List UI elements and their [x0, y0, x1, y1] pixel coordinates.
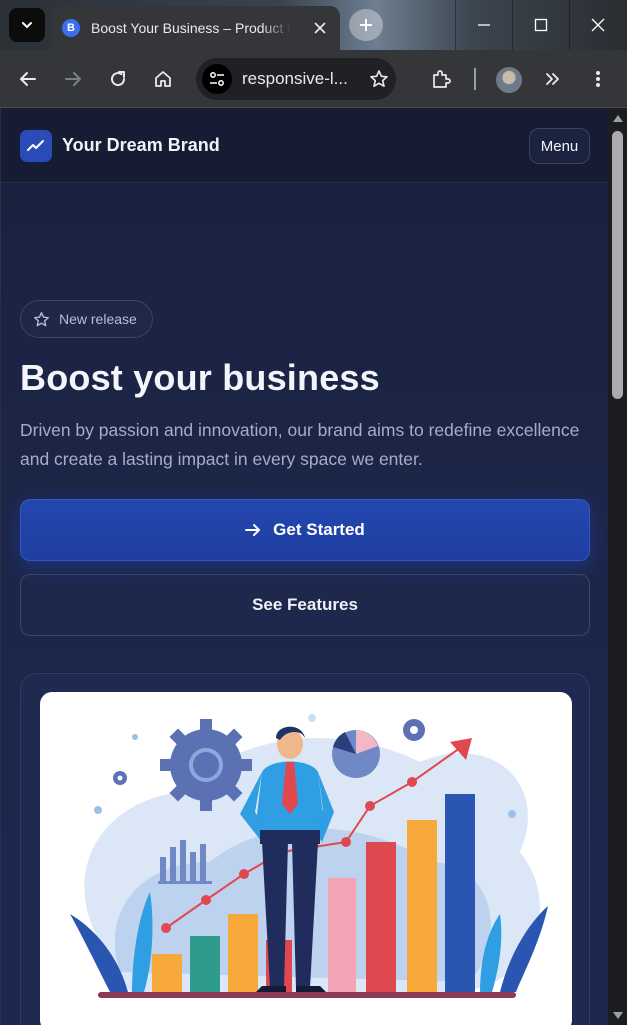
reload-button[interactable] — [101, 62, 135, 96]
site-info-button[interactable] — [202, 64, 232, 94]
kebab-menu-icon — [596, 71, 600, 87]
toolbar-divider — [474, 68, 476, 90]
back-icon — [20, 72, 36, 86]
maximize-button[interactable] — [512, 0, 569, 50]
forward-button[interactable] — [56, 62, 90, 96]
minimize-icon — [477, 24, 490, 26]
business-growth-illustration — [40, 692, 572, 1025]
bookmark-button[interactable] — [362, 62, 396, 96]
scroll-down-arrow-icon[interactable] — [613, 1012, 623, 1019]
tab-strip: B Boost Your Business – Product Launch — [0, 0, 627, 50]
close-window-icon — [591, 18, 604, 32]
avatar[interactable] — [496, 67, 522, 93]
home-button[interactable] — [146, 62, 180, 96]
illustration-svg — [70, 714, 548, 998]
get-started-button[interactable]: Get Started — [20, 499, 590, 561]
see-features-label: See Features — [252, 595, 358, 614]
close-icon — [314, 22, 326, 34]
site-navbar: Your Dream Brand Menu — [1, 109, 608, 183]
close-window-button[interactable] — [569, 0, 626, 50]
url-text: responsive-l... — [242, 69, 348, 88]
maximize-icon — [534, 18, 547, 32]
star-icon — [34, 311, 49, 326]
get-started-label: Get Started — [273, 520, 365, 539]
star-icon — [370, 70, 388, 87]
arrow-right-icon — [245, 524, 261, 536]
tab-favicon: B — [62, 19, 80, 37]
tab-close-button[interactable] — [310, 18, 330, 38]
browser-tab[interactable]: B Boost Your Business – Product Launch — [52, 6, 340, 50]
reload-icon — [111, 71, 126, 87]
hero-image-card — [20, 673, 590, 1025]
new-tab-button[interactable] — [349, 9, 383, 41]
scroll-thumb[interactable] — [612, 131, 623, 399]
page-scrollbar[interactable] — [608, 109, 627, 1025]
back-button[interactable] — [11, 62, 45, 96]
site-info-icon — [210, 72, 224, 86]
new-release-badge[interactable]: New release — [20, 300, 153, 338]
extensions-button[interactable] — [424, 62, 458, 96]
chevron-down-icon — [22, 22, 32, 29]
tab-search-button[interactable] — [9, 8, 45, 42]
hero-subtitle: Driven by passion and innovation, our br… — [20, 420, 580, 469]
forward-icon — [65, 72, 81, 86]
new-release-label: New release — [59, 311, 137, 327]
menu-button[interactable]: Menu — [529, 128, 590, 164]
hero-title: Boost your business — [20, 357, 380, 398]
more-tools-button[interactable] — [536, 62, 570, 96]
extensions-icon — [433, 70, 451, 88]
browser-menu-button[interactable] — [581, 62, 615, 96]
tab-title: Boost Your Business – Product Launch — [91, 20, 291, 36]
scroll-up-arrow-icon[interactable] — [613, 115, 623, 122]
browser-toolbar: responsive-l... — [0, 50, 627, 108]
see-features-button[interactable]: See Features — [20, 574, 590, 636]
page-viewport: Your Dream Brand Menu New release Boost … — [0, 109, 608, 1025]
gear-illustration — [160, 719, 252, 811]
brand-logo[interactable] — [20, 130, 52, 162]
plus-icon — [360, 19, 372, 31]
home-icon — [155, 71, 171, 87]
trend-line-icon — [27, 140, 44, 151]
minimize-button[interactable] — [455, 0, 512, 50]
chevron-double-right-icon — [546, 73, 559, 85]
brand-name[interactable]: Your Dream Brand — [62, 135, 220, 156]
